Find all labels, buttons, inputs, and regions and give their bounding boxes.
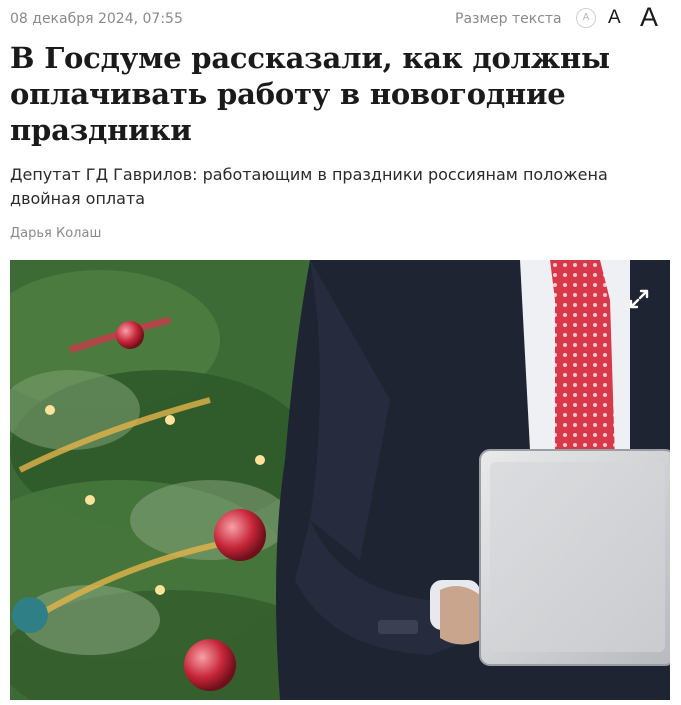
article-headline: В Госдуме рассказали, как должны оплачив… bbox=[10, 41, 610, 147]
article-meta-row: 08 декабря 2024, 07:55 Размер текста A A… bbox=[10, 2, 670, 32]
text-size-small-button[interactable]: A bbox=[576, 8, 596, 28]
text-size-medium-button[interactable]: A bbox=[608, 7, 621, 29]
article-author[interactable]: Дарья Колаш bbox=[10, 226, 101, 241]
article-photo[interactable] bbox=[10, 260, 670, 700]
laptop bbox=[479, 449, 670, 666]
text-size-large-button[interactable]: A bbox=[640, 2, 658, 33]
text-size-label: Размер текста bbox=[455, 11, 562, 27]
publish-date: 08 декабря 2024, 07:55 bbox=[10, 11, 183, 27]
article-subtitle: Депутат ГД Гаврилов: работающим в праздн… bbox=[10, 165, 608, 208]
photo-illustration bbox=[10, 260, 670, 700]
expand-icon[interactable] bbox=[626, 286, 652, 312]
